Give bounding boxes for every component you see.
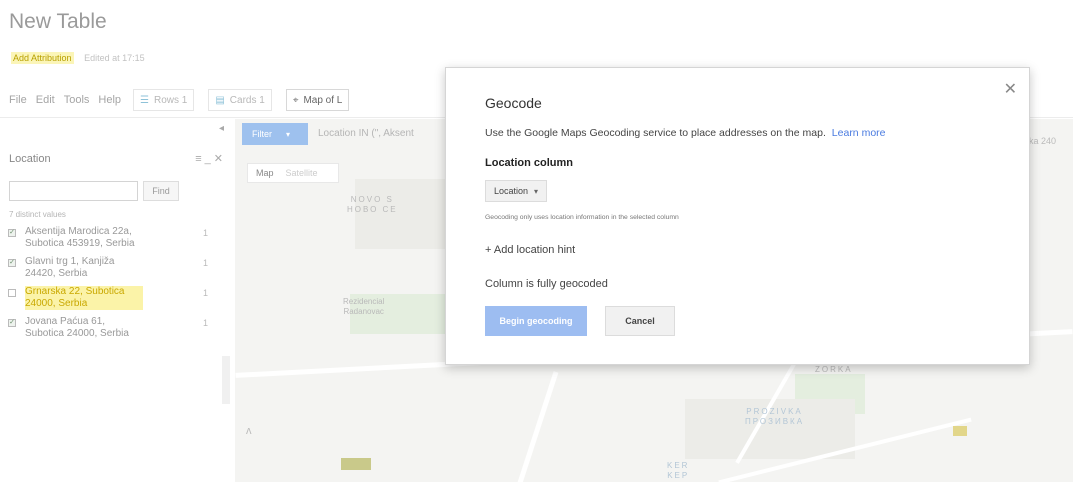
- area-label: Rezidencial Radanovac: [343, 297, 385, 316]
- filter-summary-tail: ka 240: [1029, 136, 1057, 146]
- zoom-icon[interactable]: ʌ: [246, 425, 252, 437]
- location-value: Aksentija Marodica 22a, Subotica 453919,…: [25, 226, 135, 249]
- close-icon[interactable]: ✕: [214, 153, 226, 165]
- find-button[interactable]: Find: [143, 181, 179, 201]
- area-label: NOVO S НОВО СЕ: [347, 195, 398, 214]
- learn-more-link[interactable]: Learn more: [832, 127, 886, 139]
- location-value: Grnarska 22, Subotica 24000, Serbia: [25, 286, 143, 310]
- filter-search-input[interactable]: [9, 181, 138, 201]
- location-column-label: Location column: [485, 157, 573, 169]
- checkbox[interactable]: ✓: [8, 319, 16, 327]
- location-value: Glavni trg 1, Kanjiža 24420, Serbia: [25, 256, 115, 279]
- list-item[interactable]: Grnarska 22, Subotica 24000, Serbia 1: [8, 286, 223, 310]
- location-column-select[interactable]: Location ▾: [485, 180, 548, 202]
- app-root: New Table Add Attribution Edited at 17:1…: [0, 0, 1073, 482]
- menu-file[interactable]: File: [9, 94, 27, 106]
- tab-rows-label: Rows 1: [153, 94, 188, 106]
- area-label: ZORKA: [815, 365, 853, 374]
- road-shield-icon: [341, 458, 371, 470]
- checkbox[interactable]: ✓: [8, 229, 16, 237]
- value-count: 1: [203, 318, 209, 328]
- page-title: New Table: [9, 10, 107, 33]
- chevron-down-icon: ▾: [286, 129, 291, 139]
- scrollbar[interactable]: [222, 356, 230, 404]
- map-type-toggle: Map Satellite: [247, 163, 339, 183]
- map-badge-icon: [953, 426, 967, 436]
- menu-help[interactable]: Help: [98, 94, 121, 106]
- chevron-down-icon: ▾: [534, 186, 539, 196]
- dialog-title: Geocode: [485, 95, 542, 111]
- menubar: File Edit Tools Help ☰ Rows 1 ▤ Cards 1 …: [9, 89, 363, 111]
- filter-button-label: Filter: [252, 129, 272, 139]
- tab-rows[interactable]: ☰ Rows 1: [133, 89, 195, 111]
- value-count: 1: [203, 258, 209, 268]
- menu-tools[interactable]: Tools: [64, 94, 90, 106]
- map-road: [516, 371, 559, 482]
- list-item[interactable]: ✓ Jovana Paćua 61, Subotica 24000, Serbi…: [8, 316, 223, 340]
- filter-controls: ≡_✕: [195, 152, 226, 165]
- checkbox[interactable]: [8, 289, 16, 297]
- table-icon: ☰: [140, 94, 149, 106]
- begin-geocoding-button[interactable]: Begin geocoding: [485, 306, 587, 336]
- area-label: PROZIVKA ПРОЗИВКА: [745, 407, 805, 426]
- menu-icon[interactable]: ≡: [195, 153, 204, 165]
- list-item[interactable]: ✓ Glavni trg 1, Kanjiža 24420, Serbia 1: [8, 256, 223, 280]
- add-attribution-link[interactable]: Add Attribution: [11, 52, 74, 64]
- add-location-hint-link[interactable]: + Add location hint: [485, 244, 575, 256]
- area-label: KER KEP: [667, 461, 690, 480]
- map-pin-icon: ⌖: [292, 94, 299, 106]
- list-item[interactable]: ✓ Aksentija Marodica 22a, Subotica 45391…: [8, 226, 223, 250]
- geocode-status: Column is fully geocoded: [485, 278, 608, 290]
- dialog-description: Use the Google Maps Geocoding service to…: [485, 127, 886, 139]
- collapse-panel-icon[interactable]: ◂: [219, 123, 224, 134]
- checkbox[interactable]: ✓: [8, 259, 16, 267]
- map-option[interactable]: Map: [248, 168, 282, 178]
- value-count: 1: [203, 228, 209, 238]
- filter-button[interactable]: Filter ▾: [242, 123, 308, 145]
- geocode-dialog: ✕ Geocode Use the Google Maps Geocoding …: [445, 67, 1030, 365]
- location-value: Jovana Paćua 61, Subotica 24000, Serbia: [25, 316, 129, 339]
- minimize-icon[interactable]: _: [205, 153, 214, 165]
- cancel-button[interactable]: Cancel: [605, 306, 675, 336]
- filter-title: Location: [9, 153, 51, 165]
- tab-map-label: Map of L: [303, 94, 343, 106]
- cards-icon: ▤: [215, 94, 225, 106]
- edited-timestamp: Edited at 17:15: [84, 53, 145, 63]
- select-value: Location: [494, 186, 529, 196]
- filter-panel: ◂ Location ≡_✕ Find 7 distinct values ✓ …: [0, 119, 232, 482]
- satellite-option[interactable]: Satellite: [282, 168, 322, 178]
- close-icon[interactable]: ✕: [1004, 79, 1017, 99]
- filter-summary: Location IN (", Aksent: [318, 128, 414, 139]
- subheader: Add Attribution Edited at 17:15: [11, 52, 145, 64]
- tab-map[interactable]: ⌖ Map of L: [285, 89, 350, 111]
- value-count: 1: [203, 288, 209, 298]
- tab-cards[interactable]: ▤ Cards 1: [208, 89, 272, 111]
- location-list: ✓ Aksentija Marodica 22a, Subotica 45391…: [8, 226, 223, 356]
- tab-cards-label: Cards 1: [229, 94, 265, 106]
- geocoding-help-text: Geocoding only uses location information…: [485, 214, 679, 221]
- filter-header: Location ≡_✕: [9, 153, 229, 165]
- distinct-count: 7 distinct values: [9, 210, 66, 219]
- description-text: Use the Google Maps Geocoding service to…: [485, 127, 826, 139]
- menu-edit[interactable]: Edit: [36, 94, 55, 106]
